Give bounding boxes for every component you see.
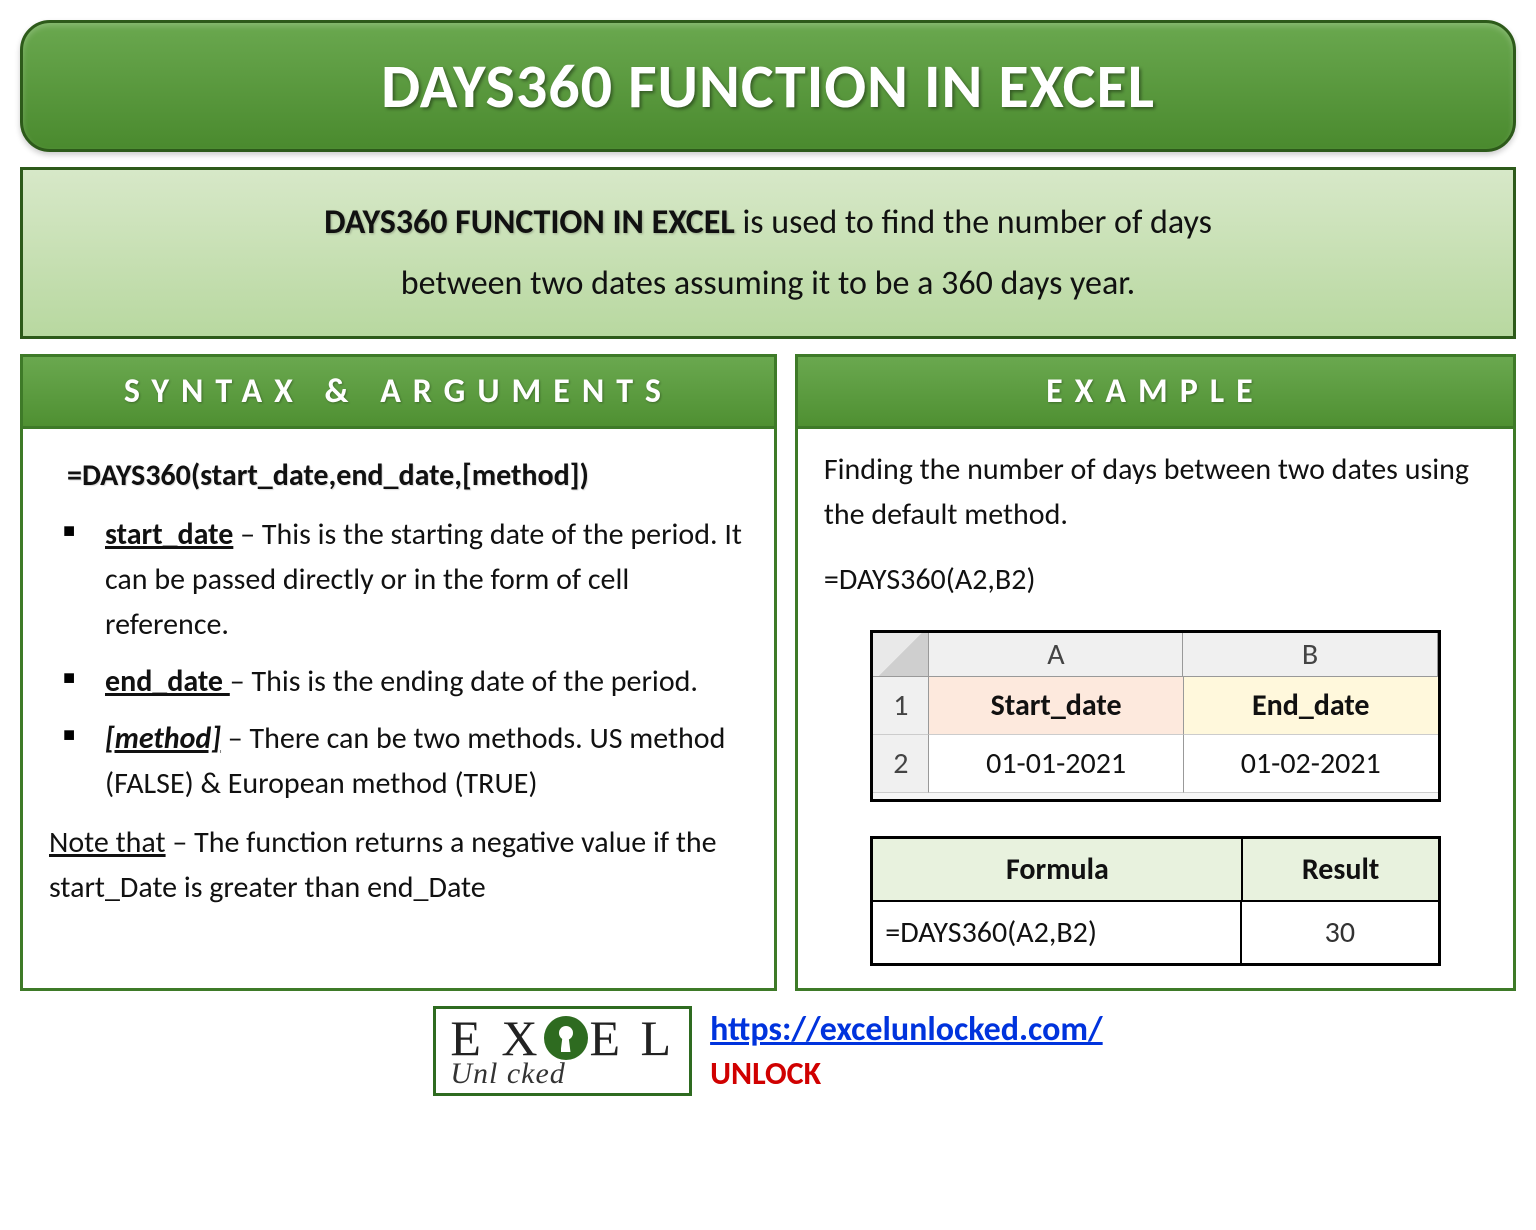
cell-b2: 01-02-2021 [1184,735,1438,793]
description-lead: DAYS360 FUNCTION IN EXCEL [324,202,735,243]
argument-item: end_date – This is the ending date of th… [49,659,748,704]
logo-top: E X E L [450,1013,675,1063]
result-cell-formula: =DAYS360(A2,B2) [873,902,1242,963]
note-label: Note that [49,824,166,861]
argument-name: [method] [105,720,221,757]
syntax-header: SYNTAX & ARGUMENTS [23,357,774,429]
result-header-result: Result [1243,839,1437,902]
argument-item: start_date – This is the starting date o… [49,512,748,647]
description-line-2: between two dates assuming it to be a 36… [63,253,1473,314]
logo-text-1: E X [450,1013,541,1063]
grid-row-2: 2 01-01-2021 01-02-2021 [873,735,1437,793]
footer-link[interactable]: https://excelunlocked.com/ [710,1009,1103,1050]
cell-b1: End_date [1184,677,1438,735]
argument-text: – This is the ending date of the period. [230,663,698,700]
example-header: EXAMPLE [798,357,1513,429]
argument-name: end_date [105,663,230,700]
logo: E X E L Unl cked [433,1006,692,1096]
page-title: DAYS360 FUNCTION IN EXCEL [43,48,1493,124]
syntax-note: Note that – The function returns a negat… [49,820,748,910]
grid-rowhead-2: 2 [873,735,929,793]
example-body: Finding the number of days between two d… [798,429,1513,988]
grid-corner-icon [873,633,929,677]
footer-text: https://excelunlocked.com/ UNLOCK [710,1009,1103,1093]
description-rest1: is used to find the number of days [735,202,1212,243]
grid-header-row: A B [873,633,1437,677]
result-header-formula: Formula [873,839,1243,902]
example-panel: EXAMPLE Finding the number of days betwe… [795,354,1516,991]
syntax-panel: SYNTAX & ARGUMENTS =DAYS360(start_date,e… [20,354,777,991]
argument-item: [method] – There can be two methods. US … [49,716,748,806]
grid-row-1: 1 Start_date End_date [873,677,1437,735]
cell-a1: Start_date [929,677,1184,735]
content-columns: SYNTAX & ARGUMENTS =DAYS360(start_date,e… [20,354,1516,991]
example-formula-line: =DAYS360(A2,B2) [824,557,1487,602]
logo-text-2: E L [590,1013,676,1063]
example-intro: Finding the number of days between two d… [824,447,1487,537]
syntax-body: =DAYS360(start_date,end_date,[method]) s… [23,429,774,932]
description-line-1: DAYS360 FUNCTION IN EXCEL is used to fin… [63,192,1473,253]
excel-grid: A B 1 Start_date End_date 2 01-01-2021 0… [870,630,1440,802]
grid-rowhead-1: 1 [873,677,929,735]
result-data-row: =DAYS360(A2,B2) 30 [873,902,1437,963]
keyhole-icon [544,1016,588,1060]
description-box: DAYS360 FUNCTION IN EXCEL is used to fin… [20,167,1516,339]
argument-list: start_date – This is the starting date o… [49,512,748,806]
footer: E X E L Unl cked https://excelunlocked.c… [20,1006,1516,1096]
cell-a2: 01-01-2021 [929,735,1184,793]
syntax-formula: =DAYS360(start_date,end_date,[method]) [67,453,748,498]
result-header-row: Formula Result [873,839,1437,902]
grid-col-a: A [929,633,1183,677]
result-cell-value: 30 [1242,902,1437,963]
result-table: Formula Result =DAYS360(A2,B2) 30 [870,836,1440,966]
page-title-bar: DAYS360 FUNCTION IN EXCEL [20,20,1516,152]
grid-col-b: B [1183,633,1437,677]
argument-name: start_date [105,516,233,553]
footer-unlock: UNLOCK [710,1054,1103,1093]
